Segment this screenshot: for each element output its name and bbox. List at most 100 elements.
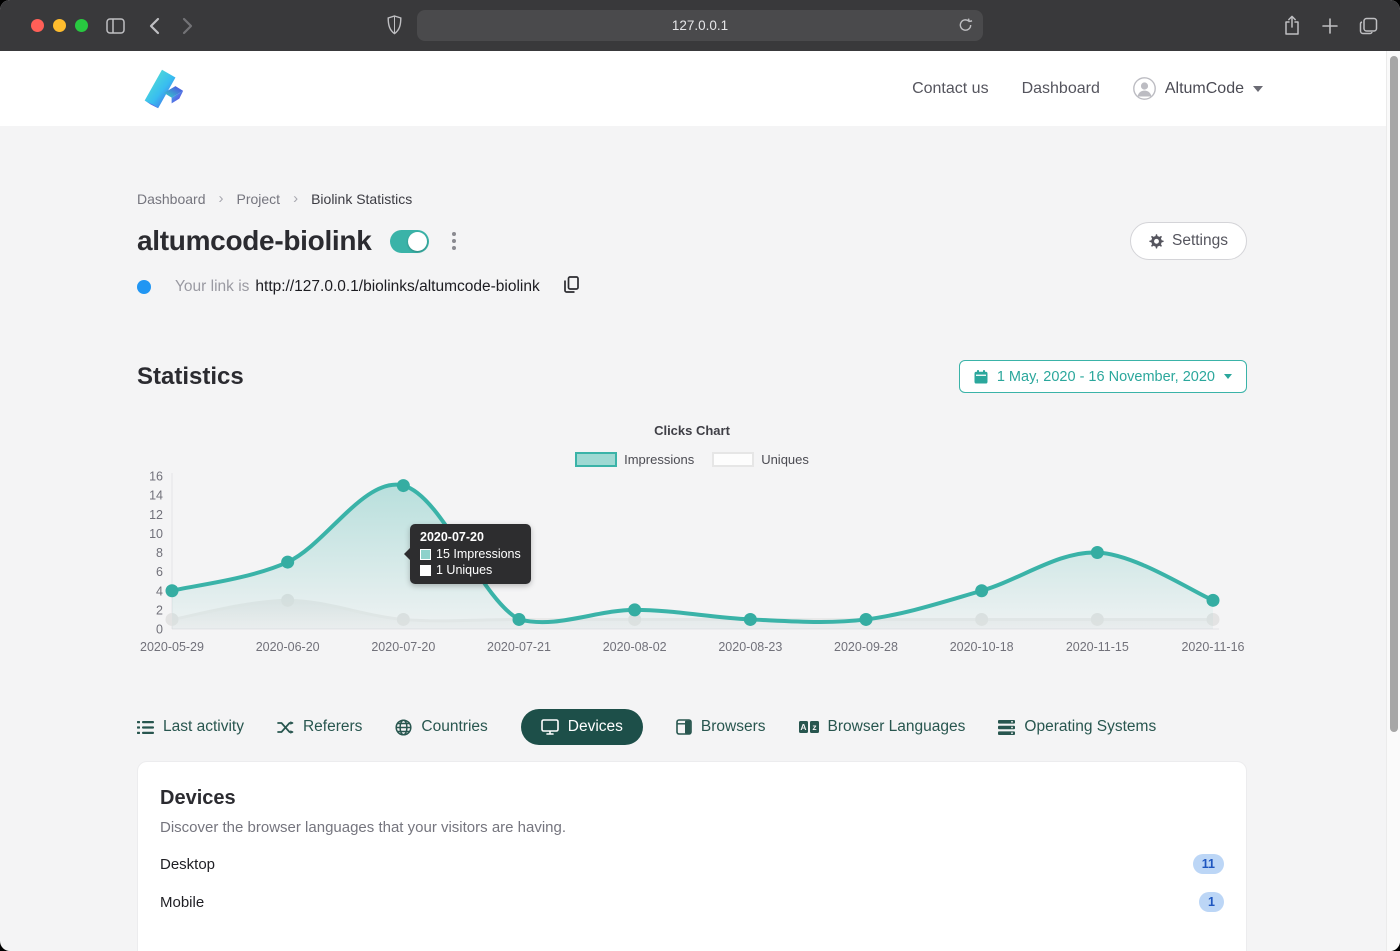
zoom-window-button[interactable]: [75, 19, 88, 32]
sidebar-icon[interactable]: [106, 18, 125, 34]
globe-icon: [395, 719, 412, 736]
enabled-toggle[interactable]: [390, 230, 429, 253]
statistics-header: Statistics 1 May, 2020 - 16 November, 20…: [137, 360, 1247, 393]
legend-item-uniques[interactable]: Uniques: [712, 452, 809, 467]
server-icon: [998, 720, 1015, 735]
uniques-swatch: [712, 452, 754, 467]
user-name: AltumCode: [1165, 80, 1244, 98]
svg-text:2020-11-16: 2020-11-16: [1181, 640, 1244, 654]
chart-legend: Impressions Uniques: [137, 452, 1247, 467]
devices-card-title: Devices: [160, 787, 1224, 810]
svg-text:2020-10-18: 2020-10-18: [950, 640, 1014, 654]
breadcrumb-project[interactable]: Project: [237, 191, 281, 207]
svg-text:z: z: [812, 722, 816, 732]
nav-link-contact-us[interactable]: Contact us: [912, 80, 988, 98]
breadcrumb-separator: ›: [293, 190, 298, 207]
site-nav: Contact us Dashboard AltumCode: [912, 77, 1263, 100]
date-range-button[interactable]: 1 May, 2020 - 16 November, 2020: [959, 360, 1247, 393]
breadcrumb-separator: ›: [219, 190, 224, 207]
chevron-down-icon: [1224, 374, 1232, 379]
breadcrumb: Dashboard › Project › Biolink Statistics: [137, 190, 1247, 207]
new-tab-icon[interactable]: [1321, 17, 1339, 35]
device-row-mobile: Mobile 1: [160, 892, 1224, 912]
tab-operating-systems[interactable]: Operating Systems: [998, 709, 1156, 745]
page-title: altumcode-biolink: [137, 225, 371, 257]
tab-label: Last activity: [163, 718, 244, 736]
list-icon: [137, 720, 154, 735]
tab-label: Browsers: [701, 718, 766, 736]
link-label: Your link is: [175, 278, 249, 296]
tab-referers[interactable]: Referers: [277, 709, 362, 745]
svg-text:8: 8: [156, 546, 163, 560]
settings-button[interactable]: Settings: [1130, 222, 1247, 260]
impressions-swatch: [575, 452, 617, 467]
avatar: [1133, 77, 1156, 100]
url-text: 127.0.0.1: [672, 18, 728, 33]
clicks-chart-section: Clicks Chart Impressions Uniques 0246810…: [137, 423, 1247, 663]
browser-window-icon: [676, 719, 692, 735]
tab-browsers[interactable]: Browsers: [676, 709, 766, 745]
svg-text:2020-05-29: 2020-05-29: [140, 640, 204, 654]
legend-label: Impressions: [624, 452, 694, 467]
share-icon[interactable]: [1283, 15, 1301, 36]
svg-text:10: 10: [149, 527, 163, 541]
scrollbar-track[interactable]: [1386, 51, 1400, 951]
tab-browser-languages[interactable]: A z Browser Languages: [799, 709, 966, 745]
tooltip-uniques-value: 1 Uniques: [436, 563, 492, 577]
breadcrumb-biolink-statistics: Biolink Statistics: [311, 191, 412, 207]
shield-icon[interactable]: [387, 15, 402, 35]
link-row: Your link is http://127.0.0.1/biolinks/a…: [137, 276, 1247, 298]
tab-devices[interactable]: Devices: [521, 709, 643, 745]
svg-text:2020-06-20: 2020-06-20: [256, 640, 320, 654]
svg-text:2020-09-28: 2020-09-28: [834, 640, 898, 654]
altumcode-logo[interactable]: [137, 64, 187, 114]
tab-overview-icon[interactable]: [1359, 17, 1378, 35]
date-range-label: 1 May, 2020 - 16 November, 2020: [997, 369, 1215, 385]
minimize-window-button[interactable]: [53, 19, 66, 32]
tab-label: Countries: [421, 718, 487, 736]
status-dot: [137, 280, 151, 294]
tab-last-activity[interactable]: Last activity: [137, 709, 244, 745]
tab-label: Browser Languages: [828, 718, 966, 736]
device-label: Mobile: [160, 894, 204, 911]
kebab-menu-icon[interactable]: [452, 232, 456, 250]
chart-tooltip: 2020-07-20 15 Impressions 1 Uniques: [410, 524, 531, 584]
chevron-down-icon: [1253, 86, 1263, 92]
svg-text:2020-07-21: 2020-07-21: [487, 640, 551, 654]
svg-text:2020-11-15: 2020-11-15: [1066, 640, 1129, 654]
svg-text:12: 12: [149, 508, 163, 522]
count-badge: 11: [1193, 854, 1224, 874]
user-menu[interactable]: AltumCode: [1133, 77, 1263, 100]
svg-text:14: 14: [149, 489, 163, 503]
svg-text:2020-08-23: 2020-08-23: [718, 640, 782, 654]
svg-text:2020-08-02: 2020-08-02: [603, 640, 667, 654]
settings-label: Settings: [1172, 232, 1228, 250]
site-header: Contact us Dashboard AltumCode: [0, 51, 1400, 126]
devices-card-subtitle: Discover the browser languages that your…: [160, 819, 1224, 836]
copy-icon[interactable]: [564, 276, 579, 298]
tab-label: Devices: [568, 718, 623, 736]
tooltip-date: 2020-07-20: [420, 530, 521, 544]
breadcrumb-dashboard[interactable]: Dashboard: [137, 191, 206, 207]
tooltip-impressions-swatch: [420, 549, 431, 560]
title-row: altumcode-biolink Settings: [137, 222, 1247, 260]
legend-item-impressions[interactable]: Impressions: [575, 452, 694, 467]
reload-icon[interactable]: [958, 17, 973, 33]
clicks-chart[interactable]: 02468101214162020-05-292020-06-202020-07…: [137, 471, 1247, 663]
svg-text:4: 4: [156, 584, 163, 598]
legend-label: Uniques: [761, 452, 809, 467]
browser-window: 127.0.0.1: [0, 0, 1400, 951]
traffic-lights: [31, 19, 88, 32]
nav-link-dashboard[interactable]: Dashboard: [1022, 80, 1100, 98]
forward-icon: [182, 17, 193, 35]
svg-text:A: A: [800, 722, 806, 732]
tab-countries[interactable]: Countries: [395, 709, 487, 745]
chart-title: Clicks Chart: [137, 423, 1247, 438]
back-icon[interactable]: [149, 17, 160, 35]
scrollbar-thumb[interactable]: [1390, 56, 1398, 732]
svg-text:2020-07-20: 2020-07-20: [371, 640, 435, 654]
biolink-url[interactable]: http://127.0.0.1/biolinks/altumcode-biol…: [255, 278, 539, 296]
address-bar[interactable]: 127.0.0.1: [417, 10, 983, 41]
close-window-button[interactable]: [31, 19, 44, 32]
device-label: Desktop: [160, 856, 215, 873]
